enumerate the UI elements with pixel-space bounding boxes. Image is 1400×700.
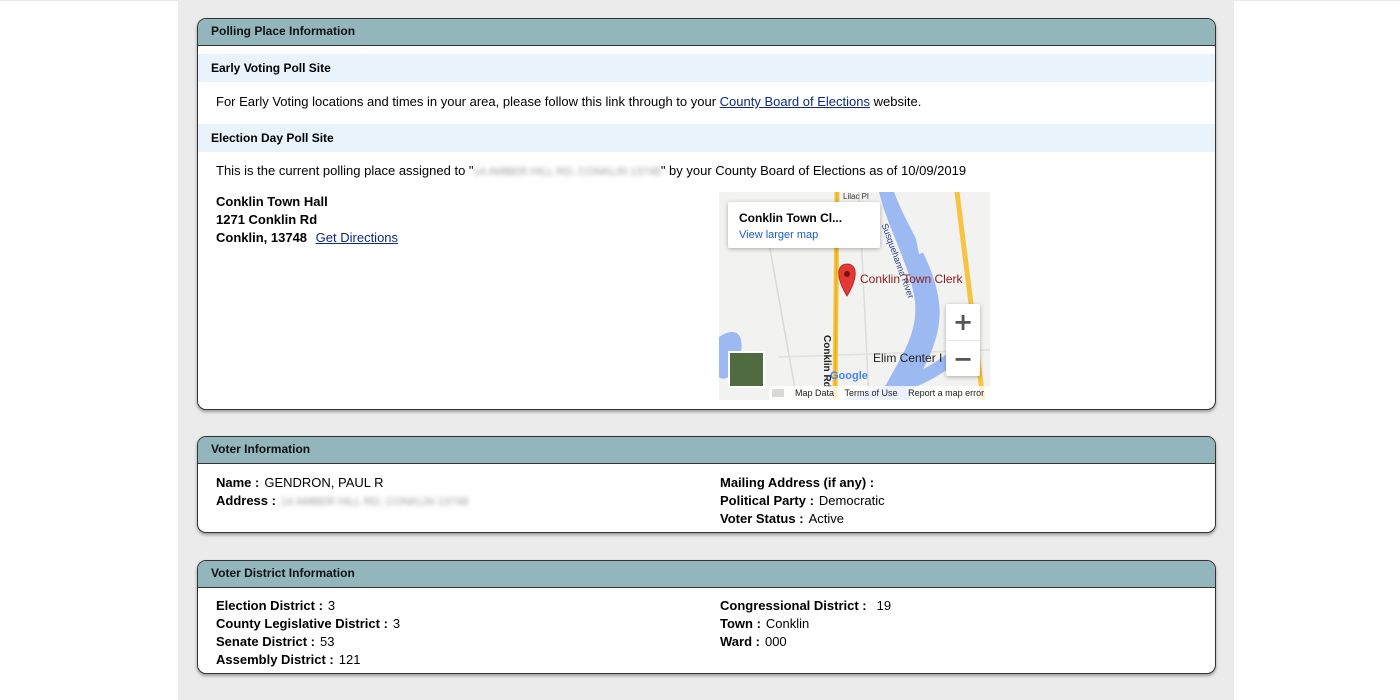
polling-place-header: Polling Place Information xyxy=(198,19,1215,46)
election-district-row: Election District :3 xyxy=(216,598,336,613)
blurred-address: 14 AMBER HILL RD, CONKLIN 13748 xyxy=(473,165,661,178)
site-street: 1271 Conklin Rd xyxy=(216,212,318,227)
assigned-text: This is the current polling place assign… xyxy=(216,163,967,178)
map-marker-label: Conklin Town Clerk xyxy=(860,272,963,286)
district-info-panel: Voter District Information Election Dist… xyxy=(197,560,1216,674)
voter-name: GENDRON, PAUL R xyxy=(264,475,384,490)
voter-info-panel: Voter Information Name : GENDRON, PAUL R … xyxy=(197,436,1216,533)
ward-row: Ward :000 xyxy=(720,634,787,649)
site-city: Conklin, 13748 xyxy=(216,230,308,245)
county-legislative-row: County Legislative District :3 xyxy=(216,616,401,631)
voter-info-header: Voter Information xyxy=(198,437,1215,464)
senate-district-row: Senate District :53 xyxy=(216,634,335,649)
google-logo: Google xyxy=(830,370,868,382)
satellite-toggle-icon[interactable] xyxy=(728,351,765,388)
view-larger-map-link[interactable]: View larger map xyxy=(739,229,818,241)
district-info-header: Voter District Information xyxy=(198,561,1215,588)
zoom-in-button[interactable]: + xyxy=(946,304,980,340)
map-minor-road xyxy=(766,231,798,400)
map-label-elim: Elim Center I xyxy=(873,351,943,365)
map-data-link[interactable]: Map Data xyxy=(795,388,834,398)
terms-of-use-link[interactable]: Terms of Use xyxy=(845,388,898,398)
town-row: Town : Conklin xyxy=(720,616,810,631)
map-marker-icon[interactable] xyxy=(838,263,856,297)
map-info-window: Conklin Town Cl... View larger map xyxy=(728,202,880,248)
mailing-address-row: Mailing Address (if any) : xyxy=(720,475,875,490)
voter-status: Active xyxy=(808,511,844,526)
report-map-error-link[interactable]: Report a map error xyxy=(908,388,984,398)
map-embed[interactable]: Lilac Pl Susquehanna River Conklin Rd Co… xyxy=(719,192,990,400)
voter-address-blurred: 14 AMBER HILL RD, CONKLIN 13748 xyxy=(280,495,469,508)
congressional-district-row: Congressional District :19 xyxy=(720,598,892,613)
political-party: Democratic xyxy=(818,493,885,508)
get-directions-link[interactable]: Get Directions xyxy=(316,230,398,245)
map-label-lilac: Lilac Pl xyxy=(843,192,869,201)
voter-name-row: Name : GENDRON, PAUL R xyxy=(216,475,384,490)
election-day-title: Election Day Poll Site xyxy=(198,124,1215,152)
map-place-title: Conklin Town Cl... xyxy=(739,211,843,225)
political-party-row: Political Party : Democratic xyxy=(720,493,885,508)
voter-status-row: Voter Status : Active xyxy=(720,511,844,526)
zoom-out-button[interactable]: − xyxy=(946,340,980,377)
voter-address-row: Address :14 AMBER HILL RD, CONKLIN 13748 xyxy=(216,493,469,508)
early-voting-text: For Early Voting locations and times in … xyxy=(216,94,922,109)
map-footer: Map Data Terms of Use Report a map error xyxy=(769,386,990,400)
assembly-district-row: Assembly District :121 xyxy=(216,652,361,667)
early-voting-title: Early Voting Poll Site xyxy=(198,54,1215,82)
site-name: Conklin Town Hall xyxy=(216,194,328,209)
site-city-row: Conklin, 13748 Get Directions xyxy=(216,230,398,245)
map-zoom-control: + − xyxy=(946,304,980,376)
map-marker-dot xyxy=(844,271,850,277)
polling-place-panel: Polling Place Information Early Voting P… xyxy=(197,18,1216,410)
county-board-link[interactable]: County Board of Elections xyxy=(720,94,870,109)
